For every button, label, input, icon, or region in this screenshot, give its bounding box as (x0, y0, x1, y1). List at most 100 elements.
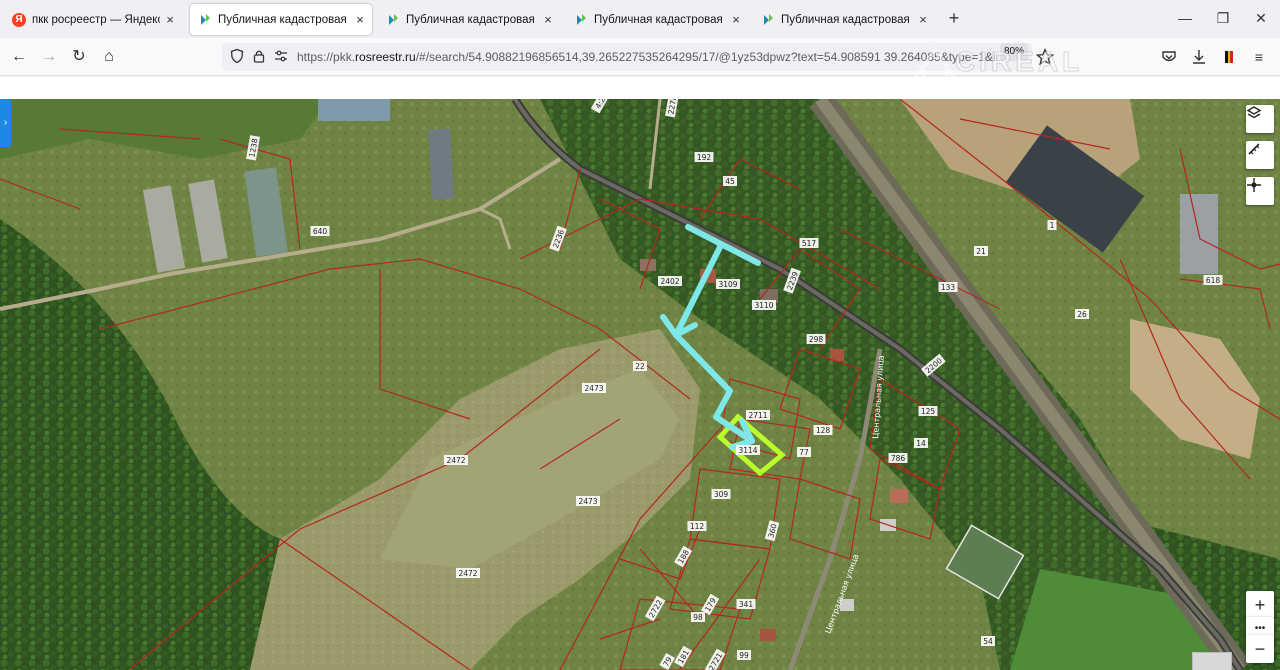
close-tab-icon[interactable]: × (730, 12, 742, 27)
pocket-icon[interactable] (1158, 46, 1180, 68)
parcel-label-text: 112 (690, 522, 705, 531)
crosshair-icon (1247, 178, 1261, 192)
parcel-label-text: 640 (313, 227, 328, 236)
url-text: https://pkk.rosreestr.ru/#/search/54.908… (297, 50, 997, 64)
parcel-label-text: 54 (983, 637, 993, 646)
parcel-label-text: 786 (891, 454, 906, 463)
parcel-number-label[interactable]: 112 (687, 521, 707, 531)
restore-button[interactable]: ❐ (1208, 6, 1238, 30)
parcel-label-text: 618 (1206, 276, 1221, 285)
parcel-label-text: 26 (1077, 310, 1087, 319)
parcel-label-text: 3109 (718, 280, 737, 289)
url-path: /#/search/54.90882196856514,39.265227535… (415, 50, 997, 64)
close-tab-icon[interactable]: × (917, 12, 929, 27)
tab-pkk[interactable]: Публичная кадастровая карта × (753, 4, 935, 35)
parcel-label-text: 2402 (660, 277, 679, 286)
layers-button[interactable] (1246, 105, 1274, 133)
parcel-number-label[interactable]: 45 (723, 176, 737, 186)
parcel-label-text: 22 (635, 362, 645, 371)
parcel-number-label[interactable]: 98 (691, 612, 705, 622)
map-thumbnail[interactable] (1192, 652, 1232, 670)
map-imagery: 1924551722393109311024026401211332661829… (0, 99, 1280, 670)
parcel-number-label[interactable]: 54 (981, 636, 995, 646)
tab-title: пкк росреестр — Яндекс: наш (32, 13, 160, 26)
new-tab-button[interactable]: + (944, 8, 964, 28)
download-icon[interactable] (1188, 46, 1210, 68)
parcel-number-label[interactable]: 99 (737, 650, 751, 660)
rosreestr-icon (201, 13, 210, 25)
parcel-number-label[interactable]: 192 (694, 152, 714, 162)
parcel-number-label[interactable]: 2711 (746, 410, 770, 420)
parcel-label-text: 298 (809, 335, 824, 344)
zoom-level[interactable]: 80% (1000, 43, 1028, 61)
parcel-label-text: 128 (816, 426, 831, 435)
zoom-out-button[interactable]: − (1246, 635, 1274, 663)
parcel-number-label[interactable]: 2473 (576, 496, 600, 506)
parcel-number-label[interactable]: 22 (633, 361, 647, 371)
forward-button[interactable]: → (38, 46, 60, 68)
parcel-number-label[interactable]: 517 (799, 238, 819, 248)
parcel-number-label[interactable]: 21 (974, 246, 988, 256)
parcel-number-label[interactable]: 14 (914, 438, 928, 448)
parcel-number-label[interactable]: 3110 (752, 300, 776, 310)
tab-yandex[interactable]: Я пкк росреестр — Яндекс: наш × (4, 4, 182, 35)
side-panel-toggle[interactable]: › (0, 99, 11, 147)
tab-pkk-active[interactable]: Публичная кадастровая карта × (190, 4, 372, 35)
tab-pkk[interactable]: Публичная кадастровая карта × (566, 4, 748, 35)
back-button[interactable]: ← (8, 46, 30, 68)
home-button[interactable]: ⌂ (98, 46, 120, 68)
tab-strip: Я пкк росреестр — Яндекс: наш × Публична… (0, 0, 1280, 38)
parcel-label-text: 99 (739, 651, 749, 660)
permissions-icon (275, 50, 287, 62)
minimize-button[interactable]: — (1170, 6, 1200, 30)
parcel-number-label[interactable]: 2472 (444, 455, 468, 465)
parcel-number-label[interactable]: 3109 (716, 279, 740, 289)
parcel-label-text: 21 (976, 247, 986, 256)
parcel-number-label[interactable]: 128 (813, 425, 833, 435)
close-tab-icon[interactable]: × (542, 12, 554, 27)
parcel-number-label[interactable]: 2472 (456, 568, 480, 578)
parcel-label-text: 309 (714, 490, 729, 499)
extension-flag-icon[interactable] (1218, 46, 1240, 68)
parcel-number-label[interactable]: 3114 (736, 445, 760, 455)
cadastral-map[interactable]: 192 45 517 2239 3109 3110 2402 640 1 21 133 26 618 29… (0, 99, 1280, 670)
close-tab-icon[interactable]: × (354, 12, 366, 27)
parcel-number-label[interactable]: 2402 (658, 276, 682, 286)
parcel-label-text: 517 (802, 239, 817, 248)
parcel-label-text: 192 (697, 153, 712, 162)
ruler-button[interactable] (1246, 141, 1274, 169)
parcel-number-label[interactable]: 341 (736, 599, 756, 609)
parcel-number-label[interactable]: 1 (1047, 220, 1057, 230)
parcel-number-label[interactable]: 786 (888, 453, 908, 463)
parcel-number-label[interactable]: 309 (711, 489, 731, 499)
bookmark-star-icon[interactable] (1036, 48, 1054, 66)
url-bar[interactable]: https://pkk.rosreestr.ru/#/search/54.908… (222, 43, 1032, 71)
parcel-label-text: 2473 (584, 384, 603, 393)
parcel-number-label[interactable]: 640 (310, 226, 330, 236)
parcel-label-text: 2472 (446, 456, 465, 465)
parcel-number-label[interactable]: 2473 (582, 383, 606, 393)
layers-icon (1246, 106, 1262, 119)
reload-button[interactable]: ↻ (68, 46, 90, 68)
close-tab-icon[interactable]: × (164, 12, 176, 27)
parcel-label-text: 1 (1050, 221, 1055, 230)
parcel-label-text: 125 (921, 407, 936, 416)
lock-icon (253, 50, 265, 63)
parcel-label-text: 14 (916, 439, 926, 448)
close-window-button[interactable]: ✕ (1246, 6, 1276, 30)
parcel-label-text: 341 (739, 600, 754, 609)
parcel-number-label[interactable]: 298 (806, 334, 826, 344)
parcel-number-label[interactable]: 133 (938, 282, 958, 292)
locate-button[interactable] (1246, 177, 1274, 205)
parcel-number-label[interactable]: 26 (1075, 309, 1089, 319)
parcel-number-label[interactable]: 125 (918, 406, 938, 416)
tab-title: Публичная кадастровая карта (218, 13, 350, 26)
parcel-number-label[interactable]: 77 (797, 447, 811, 457)
url-prefix: https://pkk. (297, 50, 356, 64)
navigation-bar: ← → ↻ ⌂ https://pkk.rosreestr.ru/#/searc… (0, 38, 1280, 76)
parcel-number-label[interactable]: 618 (1203, 275, 1223, 285)
rosreestr-icon (389, 13, 398, 25)
zoom-in-button[interactable]: + (1246, 591, 1274, 619)
tab-pkk[interactable]: Публичная кадастровая карта × (378, 4, 560, 35)
menu-icon[interactable]: ≡ (1248, 46, 1270, 68)
